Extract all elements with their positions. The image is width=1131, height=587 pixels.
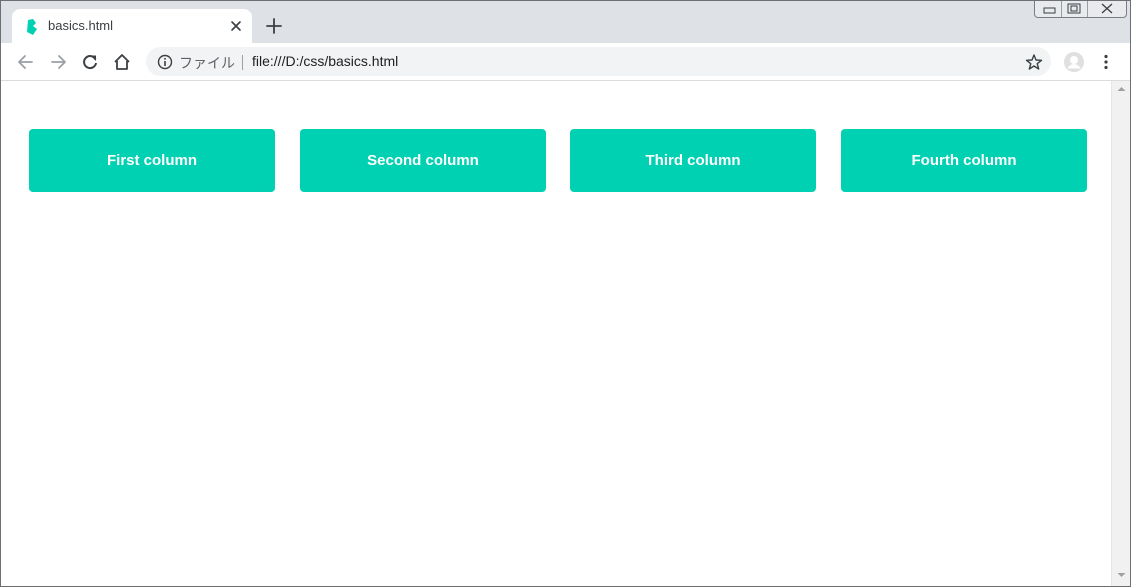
reload-icon[interactable]	[80, 52, 100, 72]
tab-title: basics.html	[48, 18, 114, 33]
window-close-icon[interactable]	[1095, 1, 1119, 17]
window-controls-divider	[1061, 1, 1062, 17]
window-controls-divider	[1087, 1, 1088, 17]
scroll-up-arrow-icon[interactable]	[1116, 85, 1127, 93]
menu-kebab-icon[interactable]	[1096, 52, 1116, 72]
scheme-label: ファイル	[179, 56, 235, 72]
restore-icon[interactable]	[1065, 1, 1083, 17]
columns-row: First column Second column Third column …	[29, 129, 1087, 193]
close-icon[interactable]	[228, 18, 244, 34]
info-icon[interactable]	[157, 54, 173, 70]
column-second: Second column	[300, 129, 546, 192]
bulma-logo-icon	[27, 19, 37, 35]
tab-basics[interactable]: basics.html	[12, 9, 252, 43]
url-text[interactable]: file:///D:/css/basics.html	[252, 53, 398, 69]
vertical-scrollbar[interactable]	[1111, 81, 1130, 586]
profile-avatar-icon[interactable]	[1063, 51, 1085, 73]
column-third: Third column	[570, 129, 816, 192]
window-controls	[1034, 1, 1127, 18]
minimize-icon[interactable]	[1041, 1, 1059, 17]
column-first: First column	[29, 129, 275, 192]
forward-icon[interactable]	[48, 52, 68, 72]
new-tab-icon[interactable]	[265, 17, 283, 35]
column-fourth: Fourth column	[841, 129, 1087, 192]
bookmark-star-icon[interactable]	[1025, 53, 1043, 71]
address-divider	[242, 55, 243, 70]
toolbar: ファイル file:///D:/css/basics.html	[1, 43, 1130, 81]
address-bar[interactable]: ファイル file:///D:/css/basics.html	[146, 47, 1051, 76]
browser-window: basics.html ファイル file:///D:/css/basics.h…	[0, 0, 1131, 587]
scroll-down-arrow-icon[interactable]	[1116, 571, 1127, 579]
home-icon[interactable]	[112, 52, 132, 72]
page-content: First column Second column Third column …	[1, 81, 1111, 586]
back-icon[interactable]	[16, 52, 36, 72]
tab-strip: basics.html	[1, 1, 1130, 43]
